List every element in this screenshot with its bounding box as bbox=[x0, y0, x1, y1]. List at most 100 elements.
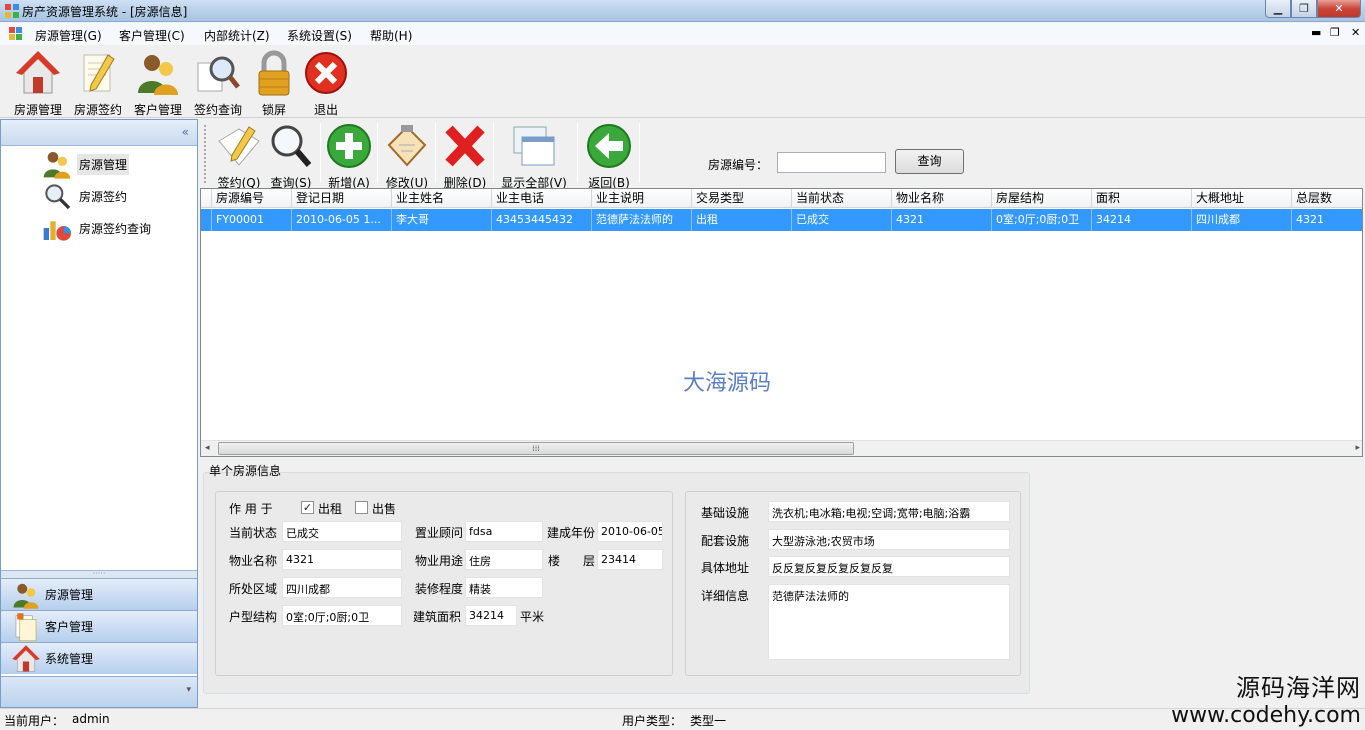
district-field[interactable]: 四川成都 bbox=[282, 577, 402, 598]
address-field[interactable]: 反反复反复反复反复反复 bbox=[768, 556, 1010, 577]
search-button[interactable]: 查询 bbox=[895, 149, 964, 174]
purpose-field[interactable]: 住房 bbox=[465, 549, 543, 570]
rent-checkbox[interactable]: ✓ bbox=[301, 501, 314, 514]
layout-field[interactable]: 0室;0厅;0厨;0卫 bbox=[282, 605, 402, 626]
agent-field[interactable]: fdsa bbox=[465, 521, 543, 542]
add-button[interactable]: 新增(A) bbox=[323, 123, 375, 190]
collapse-icon[interactable]: « bbox=[182, 125, 189, 139]
search-input[interactable] bbox=[777, 152, 886, 173]
column-header[interactable]: 登记日期 bbox=[292, 189, 392, 208]
support-label: 配套设施 bbox=[701, 534, 750, 548]
lock-icon bbox=[258, 50, 290, 96]
column-header[interactable]: 大概地址 bbox=[1192, 189, 1292, 208]
toolbar-query-button[interactable]: 签约查询 bbox=[190, 49, 246, 117]
table-cell[interactable]: 2010-06-05 1... bbox=[292, 209, 392, 231]
close-window-button[interactable]: ✕ bbox=[1317, 0, 1361, 18]
column-header[interactable]: 业主说明 bbox=[592, 189, 692, 208]
clipboard-icon bbox=[387, 125, 427, 167]
area-field[interactable]: 34214 bbox=[465, 605, 517, 626]
table-cell[interactable]: 四川成都 bbox=[1192, 209, 1292, 231]
nav-button-system[interactable]: 系统管理 bbox=[1, 642, 197, 674]
minimize-icon: ▁ bbox=[1273, 2, 1283, 15]
minimize-button[interactable]: ▁ bbox=[1265, 0, 1291, 18]
table-cell[interactable]: FY00001 bbox=[212, 209, 292, 231]
nav-button-customer[interactable]: 客户管理 bbox=[1, 610, 197, 642]
area-unit: 平米 bbox=[520, 610, 545, 624]
window-title: 房产资源管理系统 - [房源信息] bbox=[22, 5, 188, 19]
toolbar-exit-label: 退出 bbox=[313, 103, 338, 117]
column-header[interactable]: 业主姓名 bbox=[392, 189, 492, 208]
menu-help[interactable]: 帮助(H) bbox=[370, 27, 412, 44]
tree-item-house[interactable]: 房源管理 bbox=[41, 150, 130, 179]
row-selector[interactable] bbox=[201, 209, 212, 231]
table-cell[interactable]: 34214 bbox=[1092, 209, 1192, 231]
mdi-minimize-icon[interactable]: ▬ bbox=[1311, 26, 1321, 39]
column-header[interactable]: 面积 bbox=[1092, 189, 1192, 208]
menu-customer[interactable]: 客户管理(C) bbox=[119, 27, 185, 44]
horizontal-scrollbar[interactable]: ◂ ⁞⁞⁞ ▸ bbox=[201, 440, 1362, 456]
mdi-restore-icon[interactable]: ❐ bbox=[1330, 26, 1340, 39]
decor-field[interactable]: 精装 bbox=[465, 577, 543, 598]
panel-splitter[interactable]: ····· bbox=[1, 570, 197, 578]
toolbar-grip[interactable] bbox=[204, 125, 207, 183]
query-button[interactable]: 查询(S) bbox=[265, 123, 317, 190]
table-cell[interactable]: 出租 bbox=[692, 209, 792, 231]
column-header[interactable]: 房屋结构 bbox=[992, 189, 1092, 208]
table-cell[interactable]: 4321 bbox=[1292, 209, 1362, 231]
mdi-close-icon[interactable]: ✕ bbox=[1351, 26, 1360, 39]
table-cell[interactable]: 已成交 bbox=[792, 209, 892, 231]
rent-label: 出租 bbox=[318, 502, 343, 516]
column-header[interactable]: 物业名称 bbox=[892, 189, 992, 208]
toolbar-lock-button[interactable]: 锁屏 bbox=[246, 49, 302, 117]
watermark-line1: 源码海洋网 bbox=[1236, 674, 1361, 702]
document-icon bbox=[15, 612, 37, 641]
column-header[interactable]: 交易类型 bbox=[692, 189, 792, 208]
table-cell[interactable]: 4321 bbox=[892, 209, 992, 231]
chevron-down-icon[interactable]: ▾ bbox=[186, 685, 191, 695]
toolbar-query-label: 签约查询 bbox=[193, 103, 242, 117]
column-header[interactable]: 房源编号 bbox=[212, 189, 292, 208]
users-icon bbox=[13, 583, 39, 609]
table-cell[interactable]: 范德萨法法师的 bbox=[592, 209, 692, 231]
show-all-button[interactable]: 显示全部(V) bbox=[497, 123, 571, 190]
tree-item-sign[interactable]: 房源签约 bbox=[41, 182, 129, 210]
column-header[interactable]: 总层数 bbox=[1292, 189, 1362, 208]
column-header[interactable]: 业主电话 bbox=[492, 189, 592, 208]
toolbar-exit-button[interactable]: 退出 bbox=[298, 49, 354, 117]
scroll-left-icon[interactable]: ◂ bbox=[205, 443, 210, 453]
floor-field[interactable]: 23414 bbox=[597, 549, 663, 570]
table-cell[interactable]: 43453445432 bbox=[492, 209, 592, 231]
toolbar-sign-button[interactable]: 房源签约 bbox=[70, 49, 126, 117]
tree-item-sign-query[interactable]: 房源签约查询 bbox=[41, 214, 153, 242]
current-user-label: 当前用户： bbox=[4, 714, 65, 728]
scroll-right-icon[interactable]: ▸ bbox=[1355, 443, 1360, 453]
menu-stats[interactable]: 内部统计(Z) bbox=[204, 27, 270, 44]
support-field[interactable]: 大型游泳池;农贸市场 bbox=[768, 529, 1010, 550]
edit-button[interactable]: 修改(U) bbox=[381, 123, 433, 190]
toolbar-customer-button[interactable]: 客户管理 bbox=[130, 49, 186, 117]
maximize-button[interactable]: ❐ bbox=[1291, 0, 1317, 18]
menu-house[interactable]: 房源管理(G) bbox=[35, 27, 102, 44]
table-cell[interactable]: 李大哥 bbox=[392, 209, 492, 231]
scroll-thumb[interactable]: ⁞⁞⁞ bbox=[218, 442, 854, 455]
table-row[interactable]: FY00001 2010-06-05 1... 李大哥 43453445432 … bbox=[201, 209, 1362, 231]
left-panel-header: « bbox=[1, 120, 197, 146]
sale-checkbox[interactable] bbox=[355, 501, 368, 514]
facility-field[interactable]: 洗衣机;电冰箱;电视;空调;宽带;电脑;浴霸 bbox=[768, 501, 1010, 522]
delete-button[interactable]: 删除(D) bbox=[439, 123, 491, 190]
restore-icon: ❐ bbox=[1299, 2, 1309, 15]
info-textarea[interactable]: 范德萨法法师的 bbox=[768, 584, 1010, 660]
mdi-child-icon[interactable] bbox=[9, 27, 23, 40]
toolbar-house-button[interactable]: 房源管理 bbox=[10, 49, 66, 117]
menu-settings[interactable]: 系统设置(S) bbox=[287, 27, 352, 44]
status-field[interactable]: 已成交 bbox=[282, 521, 402, 542]
back-button[interactable]: 返回(B) bbox=[583, 123, 635, 190]
property-field[interactable]: 4321 bbox=[282, 549, 402, 570]
sign-button[interactable]: 签约(Q) bbox=[213, 123, 265, 190]
column-header[interactable]: 当前状态 bbox=[792, 189, 892, 208]
table-cell[interactable]: 0室;0厅;0厨;0卫 bbox=[992, 209, 1092, 231]
nav-button-label: 房源管理 bbox=[45, 588, 94, 602]
built-year-field[interactable]: 2010-06-05 bbox=[597, 521, 663, 542]
nav-button-house[interactable]: 房源管理 bbox=[1, 578, 197, 610]
menu-bar: 房源管理(G) 客户管理(C) 内部统计(Z) 系统设置(S) 帮助(H) ▬ … bbox=[0, 23, 1365, 45]
